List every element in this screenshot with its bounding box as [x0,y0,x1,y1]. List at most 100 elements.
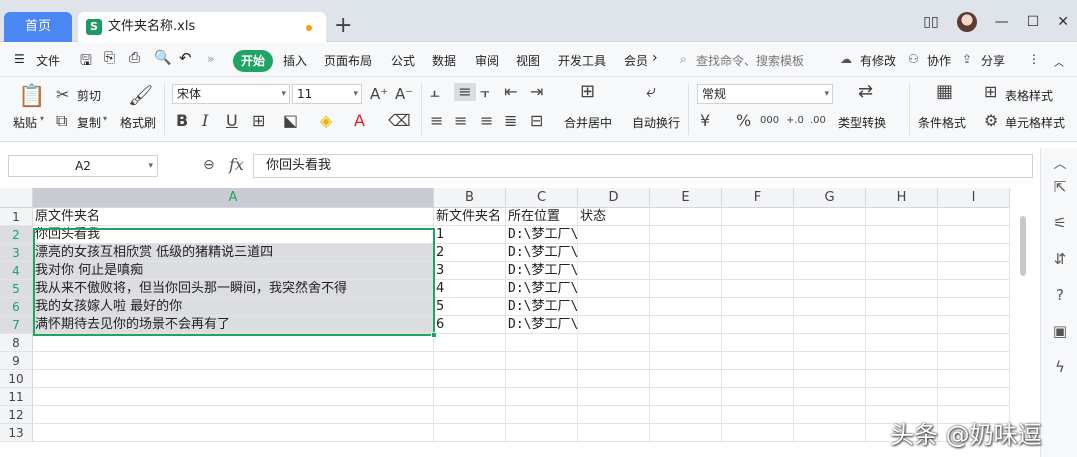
cell-c9[interactable] [506,352,578,370]
cell-g12[interactable] [794,406,866,424]
align-top-icon[interactable]: ⫠ [430,83,440,101]
row-header-3[interactable]: 3 [0,244,33,262]
cell-h2[interactable] [866,226,938,244]
column-header-e[interactable]: E [650,188,722,208]
more-quick-icon[interactable]: » [207,52,214,66]
font-size-select[interactable]: 11 ▾ [292,84,362,104]
cell-h7[interactable] [866,316,938,334]
cell-a7[interactable]: 满怀期待去见你的场景不会再有了 [33,316,434,334]
percent-icon[interactable]: % [736,112,751,130]
fill-handle[interactable] [431,332,437,338]
image-icon[interactable]: ▣ [1051,322,1069,340]
cell-b7[interactable]: 6 [434,316,506,334]
row-header-5[interactable]: 5 [0,280,33,298]
close-icon[interactable]: ✕ [1057,14,1069,30]
cell-e13[interactable] [650,424,722,442]
cell-i9[interactable] [938,352,1010,370]
copy-dropdown-icon[interactable]: ▾ [103,114,107,123]
cell-e5[interactable] [650,280,722,298]
increase-font-icon[interactable]: A⁺ [370,85,388,103]
tab-review[interactable]: 审阅 [475,52,499,69]
tab-developer[interactable]: 开发工具 [558,52,606,69]
collapse-ribbon-icon[interactable]: ︿ [1054,54,1064,69]
column-header-f[interactable]: F [722,188,794,208]
cell-g1[interactable] [794,208,866,226]
cell-d7[interactable] [578,316,650,334]
decrease-decimal-icon[interactable]: .00 [810,112,826,130]
collapse-icon[interactable]: ︿ [1051,156,1069,174]
cell-a1[interactable]: 原文件夹名 [33,208,434,226]
cell-a12[interactable] [33,406,434,424]
cell-a5[interactable]: 我从来不傲败将，但当你回头那一瞬间，我突然舍不得 [33,280,434,298]
cell-a4[interactable]: 我对你 何止是嗔痴 [33,262,434,280]
align-left-icon[interactable]: ≡ [430,112,443,130]
document-tab[interactable]: S 文件夹名称.xls [78,12,326,42]
number-format-select[interactable]: 常规 ▾ [697,84,833,104]
cell-d5[interactable] [578,280,650,298]
cell-e7[interactable] [650,316,722,334]
cell-g5[interactable] [794,280,866,298]
cell-e9[interactable] [650,352,722,370]
paste-button[interactable]: 粘贴 [13,114,37,131]
format-painter-icon[interactable]: 🖌 [128,83,153,107]
cell-h8[interactable] [866,334,938,352]
lightning-icon[interactable]: ϟ [1051,358,1069,376]
select-all-corner[interactable] [0,188,33,208]
share-button[interactable]: 分享 [981,52,1005,69]
cell-c2[interactable]: D:\梦工厂\ [506,226,578,244]
cell-f10[interactable] [722,370,794,388]
font-color-icon[interactable]: A [354,112,365,130]
cell-h11[interactable] [866,388,938,406]
cell-e12[interactable] [650,406,722,424]
has-changes-button[interactable]: 有修改 [860,52,896,69]
column-header-d[interactable]: D [578,188,650,208]
menu-file[interactable]: 文件 [36,52,60,69]
cell-b11[interactable] [434,388,506,406]
layout-icon[interactable]: ▯▯ [923,14,938,30]
cell-b13[interactable] [434,424,506,442]
cell-i10[interactable] [938,370,1010,388]
cell-b4[interactable]: 3 [434,262,506,280]
cell-c13[interactable] [506,424,578,442]
help-icon[interactable]: ? [1051,286,1069,304]
font-name-select[interactable]: 宋体 ▾ [172,84,290,104]
cell-f9[interactable] [722,352,794,370]
cell-h3[interactable] [866,244,938,262]
cell-d12[interactable] [578,406,650,424]
cell-d9[interactable] [578,352,650,370]
cell-f4[interactable] [722,262,794,280]
cell-i7[interactable] [938,316,1010,334]
cell-d11[interactable] [578,388,650,406]
zoom-icon[interactable]: ⊖ [203,157,215,173]
cell-f2[interactable] [722,226,794,244]
distribute-icon[interactable]: ⊟ [530,112,543,130]
table-style-icon[interactable]: ⊞ [984,83,997,101]
cell-h6[interactable] [866,298,938,316]
cell-g3[interactable] [794,244,866,262]
cell-a2[interactable]: 你回头看我 [33,226,434,244]
align-bottom-icon[interactable]: ⫟ [480,83,490,101]
cell-e11[interactable] [650,388,722,406]
cell-c4[interactable]: D:\梦工厂\ [506,262,578,280]
tab-start[interactable]: 开始 [233,50,273,72]
row-header-9[interactable]: 9 [0,352,33,370]
clipboard-icon[interactable]: 📋 [18,85,45,109]
save-icon[interactable]: 🖫 [80,50,92,74]
underline-icon[interactable]: U [226,112,238,130]
row-header-2[interactable]: 2 [0,226,33,244]
cell-h5[interactable] [866,280,938,298]
copy-icon[interactable]: ⧉ [56,112,67,130]
name-box[interactable]: A2 ▾ [8,155,158,177]
copy-button[interactable]: 复制 [77,114,101,131]
cell-b12[interactable] [434,406,506,424]
cell-b10[interactable] [434,370,506,388]
cell-c5[interactable]: D:\梦工厂\ [506,280,578,298]
row-header-11[interactable]: 11 [0,388,33,406]
cell-c8[interactable] [506,334,578,352]
row-header-1[interactable]: 1 [0,208,33,226]
cell-e2[interactable] [650,226,722,244]
align-middle-icon[interactable]: ≡ [454,83,476,101]
formula-input[interactable]: 你回头看我 [253,154,1033,178]
cell-c11[interactable] [506,388,578,406]
cell-g6[interactable] [794,298,866,316]
